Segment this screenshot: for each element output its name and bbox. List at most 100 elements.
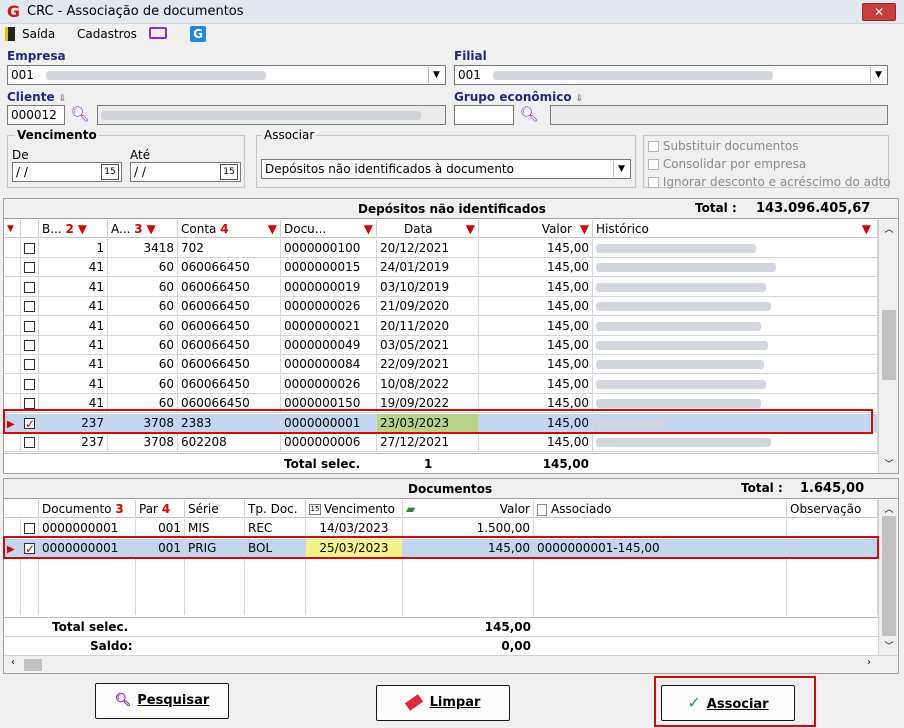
row-checkbox[interactable] — [24, 437, 35, 448]
cell-historico — [593, 433, 878, 452]
chevron-down-icon[interactable]: ▼ — [870, 67, 886, 83]
col-tpdoc[interactable]: Tp. Doc. — [245, 500, 306, 518]
cell-b: 41 — [39, 277, 108, 297]
table-row[interactable]: 41 60 060066450 0000000026 10/08/2022 145,00 — [4, 374, 878, 394]
monitor-icon[interactable] — [149, 27, 167, 39]
table-row[interactable]: 41 60 060066450 0000000021 20/11/2020 145,00 — [4, 316, 878, 336]
cell-a: 60 — [108, 336, 178, 355]
col-historico[interactable]: Histórico ▼ — [593, 220, 878, 238]
scroll-thumb[interactable] — [882, 310, 896, 380]
hscroll-thumb[interactable] — [24, 659, 42, 671]
substituir-option[interactable]: Substituir documentos — [648, 139, 799, 153]
grid-column-line — [184, 559, 185, 615]
consolidar-checkbox[interactable] — [648, 159, 659, 170]
documentos-grid: Documentos Total : 1.645,00 Documento 3 … — [3, 478, 899, 674]
ate-label: Até — [130, 148, 151, 162]
vencimento-ate-input[interactable]: / / 15 — [130, 162, 241, 182]
col-serie[interactable]: Série — [185, 500, 245, 518]
table-row[interactable]: 41 60 060066450 0000000015 24/01/2019 145,00 — [4, 258, 878, 278]
table-row[interactable]: 41 60 060066450 0000000026 21/09/2020 145,00 — [4, 297, 878, 317]
limpar-button[interactable]: Limpar — [376, 685, 510, 721]
substituir-checkbox[interactable] — [648, 141, 659, 152]
col-b[interactable]: B... 2 ▼ — [39, 220, 108, 238]
scroll-left-icon[interactable]: ‹ — [6, 657, 20, 668]
g-logo-icon[interactable]: G — [190, 26, 206, 42]
search-icon[interactable]: 🔍︎ — [69, 105, 91, 125]
table-row[interactable]: 41 60 060066450 0000000084 22/09/2021 145,00 — [4, 355, 878, 375]
row-checkbox[interactable] — [24, 243, 35, 254]
associar-select[interactable]: Depósitos não identificados à documento … — [261, 159, 631, 179]
scroll-thumb[interactable] — [882, 516, 896, 636]
row-select-cell — [21, 316, 39, 336]
scroll-right-icon[interactable]: › — [862, 657, 876, 668]
col-observacao[interactable]: Observação — [787, 500, 878, 518]
table-row[interactable]: 1 3418 702 0000000100 20/12/2021 145,00 — [4, 239, 878, 258]
calendar-icon[interactable]: 15 — [101, 164, 119, 180]
scroll-up-icon[interactable]: ︿ — [879, 502, 899, 515]
selected-deposit-highlight — [3, 409, 873, 434]
cell-data: 20/12/2021 — [377, 239, 479, 258]
col-docu[interactable]: Docu... ▼ — [281, 220, 377, 238]
table-row[interactable]: 237 3708 602208 0000000006 27/12/2021 145,00 — [4, 433, 878, 452]
consolidar-option[interactable]: Consolidar por empresa — [648, 157, 806, 171]
row-checkbox[interactable] — [24, 281, 35, 293]
col-valor[interactable]: Valor ▼ — [479, 220, 593, 238]
vencimento-de-input[interactable]: / / 15 — [12, 162, 122, 182]
grid-column-line — [305, 559, 306, 615]
documentos-hscrollbar[interactable]: ‹ › — [4, 655, 898, 673]
menu-saida[interactable]: Saída — [22, 27, 55, 41]
grupo-code-input[interactable] — [454, 105, 514, 125]
menu-cadastros[interactable]: Cadastros — [77, 27, 137, 41]
documentos-scrollbar[interactable]: ︿ ﹀ — [878, 500, 898, 655]
cell-docu: 0000000026 — [281, 374, 377, 394]
col-par[interactable]: Par 4 — [136, 500, 185, 518]
empresa-name-blurred — [45, 71, 266, 80]
chevron-down-icon[interactable]: ▼ — [613, 161, 629, 177]
col-valor[interactable]: ▰ Valor — [403, 500, 534, 518]
cell-conta: 060066450 — [178, 258, 281, 278]
scroll-down-icon[interactable]: ﹀ — [879, 639, 899, 652]
search-icon[interactable]: 🔍︎ — [518, 105, 540, 125]
row-checkbox[interactable] — [24, 340, 35, 351]
col-a[interactable]: A... 3 ▼ — [108, 220, 178, 238]
depositos-title: Depósitos não identificados — [358, 202, 546, 216]
close-button[interactable]: ✕ — [862, 3, 896, 21]
calendar-icon[interactable]: 15 — [220, 164, 238, 180]
cliente-code-input[interactable]: 000012 — [7, 105, 65, 125]
ignorar-option[interactable]: Ignorar desconto e acréscimo do adto — [648, 175, 891, 189]
row-checkbox[interactable] — [24, 523, 35, 534]
cell-b: 41 — [39, 355, 108, 375]
empresa-select[interactable]: 001 ▼ — [7, 65, 446, 85]
associar-button[interactable]: ✓ Associar — [661, 685, 795, 721]
col-vencimento[interactable]: 15 Vencimento — [306, 500, 403, 518]
row-checkbox[interactable] — [24, 359, 35, 371]
col-associado[interactable]: Associado — [534, 500, 787, 518]
depositos-footer-label: Total selec. — [284, 457, 361, 471]
ignorar-checkbox[interactable] — [648, 177, 659, 188]
chevron-down-icon[interactable]: ▼ — [428, 67, 444, 83]
col-conta[interactable]: Conta 4 ▼ — [178, 220, 281, 238]
col-data[interactable]: Data ▼ — [377, 220, 479, 238]
cell-docu: 0000000015 — [281, 258, 377, 278]
table-row[interactable]: 41 60 060066450 0000000019 03/10/2019 145,00 — [4, 277, 878, 297]
historico-blurred — [596, 282, 766, 292]
row-menu-icon[interactable]: ▼ — [4, 220, 21, 238]
historico-blurred — [596, 321, 761, 331]
cell-conta: 060066450 — [178, 297, 281, 317]
depositos-scrollbar[interactable]: ︿ ﹀ — [878, 220, 898, 473]
scroll-up-icon[interactable]: ︿ — [879, 222, 899, 235]
row-checkbox[interactable] — [24, 320, 35, 332]
pesquisar-button[interactable]: 🔍︎ Pesquisar — [95, 683, 229, 719]
vencimento-title: Vencimento — [15, 128, 99, 142]
row-select-cell — [21, 336, 39, 355]
cell-data: 24/01/2019 — [377, 258, 479, 278]
row-checkbox[interactable] — [24, 301, 35, 313]
row-checkbox[interactable] — [24, 398, 35, 410]
row-checkbox[interactable] — [24, 262, 35, 274]
col-documento[interactable]: Documento 3 — [39, 500, 136, 518]
table-row[interactable]: 41 60 060066450 0000000049 03/05/2021 145,00 — [4, 336, 878, 355]
scroll-down-icon[interactable]: ﹀ — [879, 457, 899, 470]
filial-select[interactable]: 001 ▼ — [454, 65, 888, 85]
row-checkbox[interactable] — [24, 378, 35, 390]
row-select-cell — [21, 433, 39, 452]
